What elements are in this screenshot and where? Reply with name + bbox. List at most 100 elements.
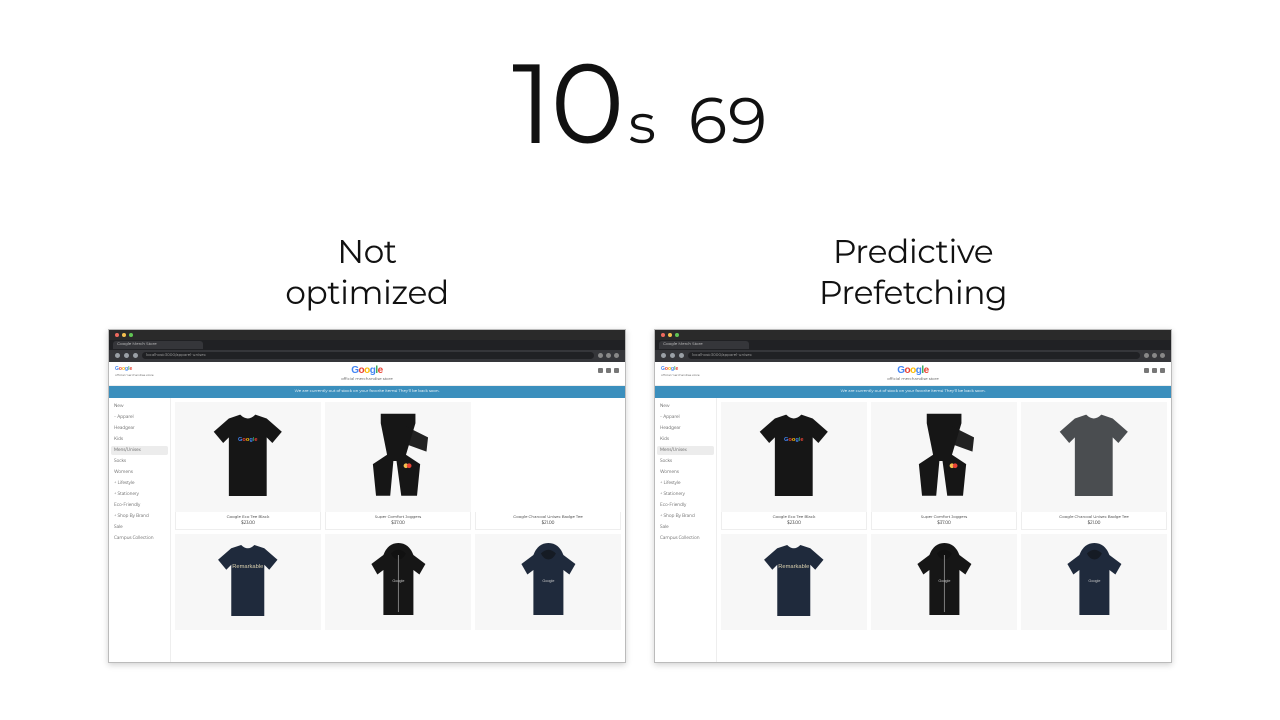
url-input[interactable]: localhost:3000/apparel-unisex <box>688 352 1140 359</box>
reload-icon[interactable] <box>133 353 138 358</box>
product-card[interactable]: Google Charcoal Unisex Badge Tee $21.00 <box>1021 402 1167 530</box>
url-input[interactable]: localhost:3000/apparel-unisex <box>142 352 594 359</box>
sidebar-item[interactable]: Headgear <box>111 424 168 433</box>
product-image: Google <box>871 534 1017 630</box>
product-card[interactable]: Super Comfort Joggers $37.00 <box>871 402 1017 530</box>
svg-text:Google: Google <box>392 579 404 583</box>
forward-icon[interactable] <box>670 353 675 358</box>
sidebar-item[interactable]: Campus Collection <box>657 534 714 543</box>
sidebar-item[interactable]: Socks <box>111 457 168 466</box>
browser-tab[interactable]: Google Merch Store <box>113 341 203 349</box>
site-logo[interactable]: Google <box>351 365 382 376</box>
panel-predictive-prefetching: Predictive Prefetching Google Merch Stor… <box>654 232 1172 663</box>
cart-icon[interactable] <box>614 368 619 373</box>
sidebar-item[interactable]: Apparel <box>657 413 714 422</box>
product-card[interactable]: Remarkable <box>175 534 321 630</box>
sidebar-item[interactable]: Eco-Friendly <box>657 501 714 510</box>
panel-title-right: Predictive Prefetching <box>654 232 1172 315</box>
product-card[interactable]: Google <box>325 534 471 630</box>
sidebar-item[interactable]: Headgear <box>657 424 714 433</box>
maximize-icon[interactable] <box>129 333 133 337</box>
product-image: Google <box>175 402 321 512</box>
account-icon[interactable] <box>1152 368 1157 373</box>
product-card[interactable]: Google Charcoal Unisex Badge Tee $21.00 <box>475 402 621 530</box>
account-icon[interactable] <box>606 368 611 373</box>
site-logo-small[interactable]: Google <box>115 366 132 372</box>
back-icon[interactable] <box>115 353 120 358</box>
close-icon[interactable] <box>661 333 665 337</box>
maximize-icon[interactable] <box>675 333 679 337</box>
sidebar-item[interactable]: Socks <box>657 457 714 466</box>
browser-right: Google Merch Store localhost:3000/appare… <box>654 329 1172 663</box>
minimize-icon[interactable] <box>122 333 126 337</box>
comparison-panels: Not optimized Google Merch Store localho… <box>0 232 1280 663</box>
product-image: Google <box>1021 534 1167 630</box>
product-image <box>325 402 471 512</box>
menu-icon[interactable] <box>614 353 619 358</box>
close-icon[interactable] <box>115 333 119 337</box>
url-bar: localhost:3000/apparel-unisex <box>109 350 625 362</box>
announcement-banner: We are currently out of stock on your fa… <box>109 386 625 398</box>
product-card[interactable]: Google <box>475 534 621 630</box>
sidebar-item[interactable]: Shop By Brand <box>657 512 714 521</box>
forward-icon[interactable] <box>124 353 129 358</box>
product-grid: Google Google Eco Tee Black $23.00 Super… <box>171 398 625 662</box>
search-icon[interactable] <box>1144 368 1149 373</box>
tab-strip: Google Merch Store <box>655 340 1171 350</box>
sidebar-item[interactable]: Lifestyle <box>111 479 168 488</box>
incognito-icon <box>606 353 611 358</box>
product-image-tshirt: Google <box>731 409 857 504</box>
extension-icon[interactable] <box>1144 353 1149 358</box>
extension-icon[interactable] <box>598 353 603 358</box>
product-card[interactable]: Google Google Eco Tee Black $23.00 <box>175 402 321 530</box>
search-icon[interactable] <box>598 368 603 373</box>
minimize-icon[interactable] <box>668 333 672 337</box>
product-card[interactable]: Google <box>1021 534 1167 630</box>
product-image <box>1021 402 1167 512</box>
sidebar-item[interactable]: Sale <box>111 523 168 532</box>
product-card[interactable]: Super Comfort Joggers $37.00 <box>325 402 471 530</box>
product-card[interactable]: Remarkable <box>721 534 867 630</box>
sidebar-item[interactable]: Kids <box>657 435 714 444</box>
sidebar-item[interactable]: New <box>657 402 714 411</box>
svg-text:Remarkable: Remarkable <box>778 564 809 570</box>
sidebar-item[interactable]: Campus Collection <box>111 534 168 543</box>
product-caption: Google Charcoal Unisex Badge Tee $21.00 <box>475 512 621 530</box>
sidebar-item[interactable]: Womens <box>657 468 714 477</box>
sidebar-item[interactable]: Kids <box>111 435 168 444</box>
sidebar-item[interactable]: Stationery <box>111 490 168 499</box>
product-card[interactable]: Google <box>871 534 1017 630</box>
menu-icon[interactable] <box>1160 353 1165 358</box>
cart-icon[interactable] <box>1160 368 1165 373</box>
product-image-tshirt: Remarkable <box>185 540 311 623</box>
timer-display: 10s 69 <box>0 48 1280 160</box>
sidebar-item[interactable]: Womens <box>111 468 168 477</box>
product-image: Google <box>325 534 471 630</box>
sidebar-item[interactable]: Apparel <box>111 413 168 422</box>
product-card[interactable]: Google Google Eco Tee Black $23.00 <box>721 402 867 530</box>
sidebar-item[interactable]: Shop By Brand <box>111 512 168 521</box>
product-image-pants <box>347 409 449 504</box>
sidebar-item[interactable]: Lifestyle <box>657 479 714 488</box>
back-icon[interactable] <box>661 353 666 358</box>
product-image-pants <box>893 409 995 504</box>
site-logo-small[interactable]: Google <box>661 366 678 372</box>
sidebar-item[interactable]: Sale <box>657 523 714 532</box>
sidebar-item[interactable]: Stationery <box>657 490 714 499</box>
timer-unit: s <box>629 90 656 158</box>
site-logo[interactable]: Google <box>897 365 928 376</box>
product-image <box>871 402 1017 512</box>
browser-tab[interactable]: Google Merch Store <box>659 341 749 349</box>
sidebar-item[interactable]: Mens/Unisex <box>111 446 168 455</box>
sidebar-item[interactable]: Eco-Friendly <box>111 501 168 510</box>
site-logo-small-sub: official merchandise store <box>661 373 700 377</box>
sidebar-item[interactable]: Mens/Unisex <box>657 446 714 455</box>
svg-text:Remarkable: Remarkable <box>232 564 263 570</box>
timer-ms: 69 <box>688 82 768 160</box>
reload-icon[interactable] <box>679 353 684 358</box>
site-logo-small-sub: official merchandise store <box>115 373 154 377</box>
product-image-hoodie: Google <box>340 540 457 623</box>
svg-text:Google: Google <box>1088 579 1100 583</box>
sidebar-item[interactable]: New <box>111 402 168 411</box>
site-header: Google official merchandise store Google… <box>655 362 1171 386</box>
